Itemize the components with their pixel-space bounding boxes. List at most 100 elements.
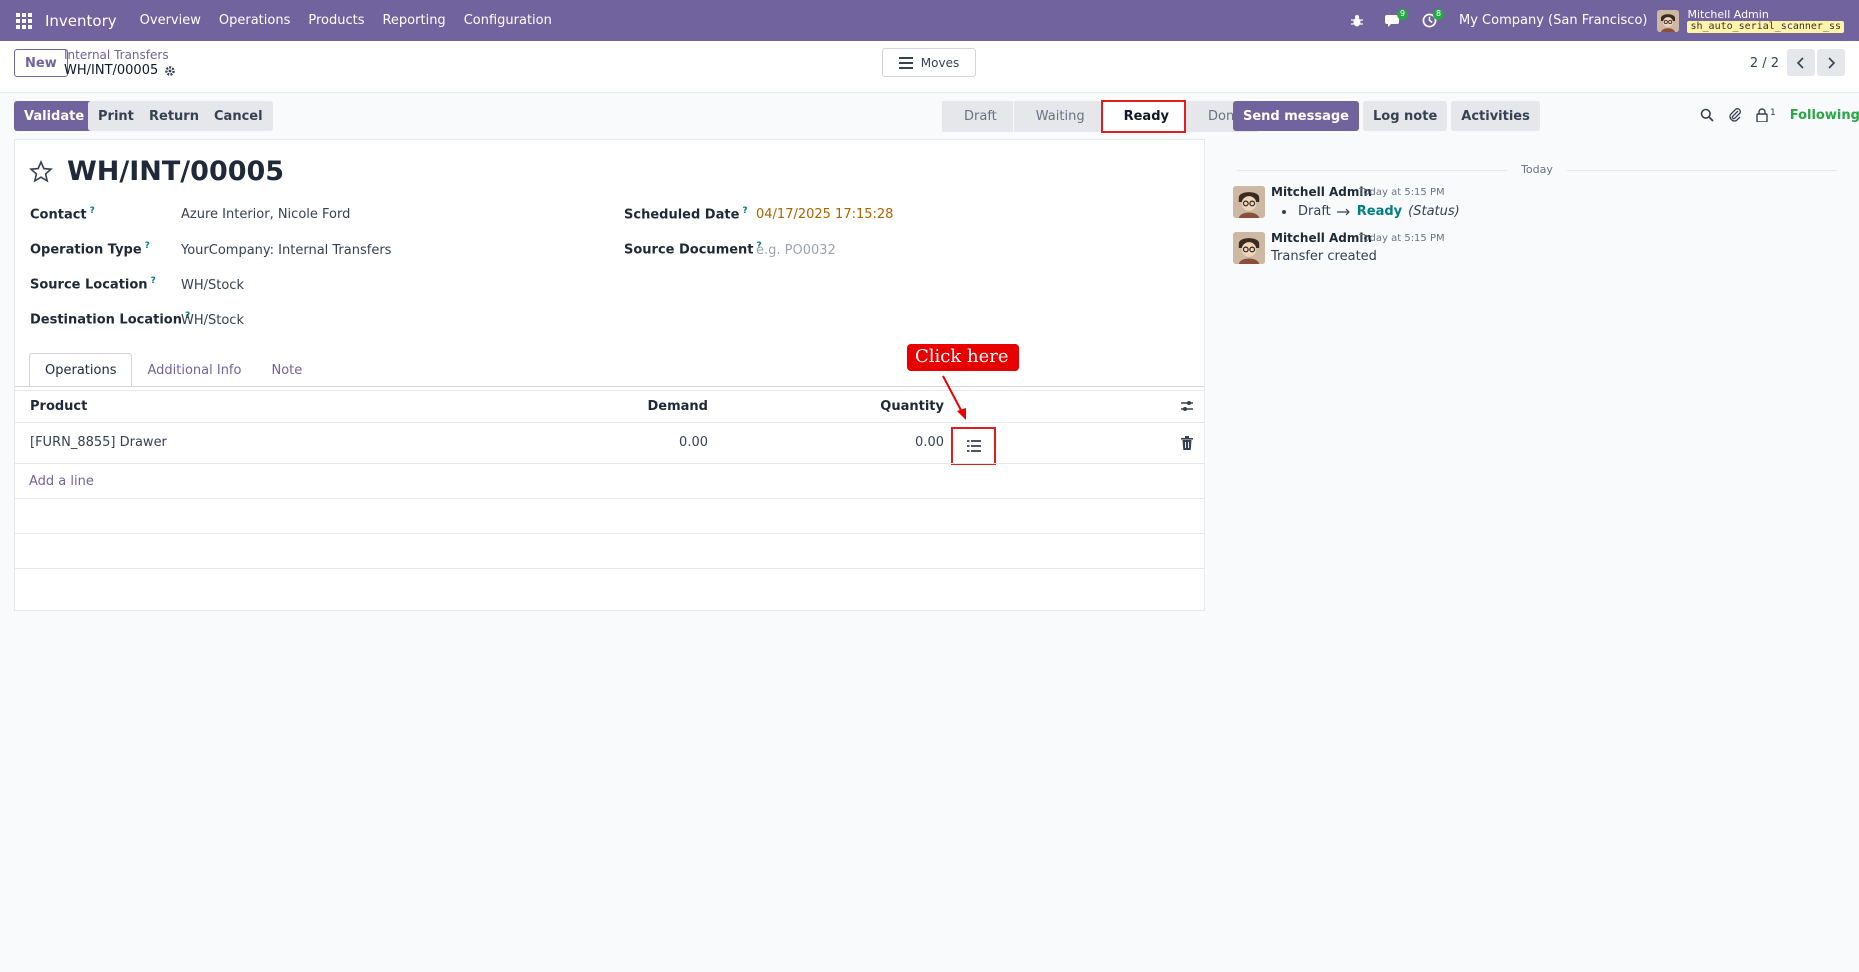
search-icon[interactable] bbox=[1700, 108, 1714, 122]
message-time: Today at 5:15 PM bbox=[1359, 233, 1445, 244]
table-header-divider bbox=[15, 390, 1204, 391]
column-product[interactable]: Product bbox=[30, 399, 87, 414]
notebook-tabs: Operations Additional Info Note bbox=[29, 353, 317, 387]
menu-configuration[interactable]: Configuration bbox=[464, 13, 552, 28]
message-time: Today at 5:15 PM bbox=[1359, 187, 1445, 198]
source-location-field[interactable]: WH/Stock bbox=[181, 278, 244, 293]
print-button[interactable]: Print bbox=[88, 101, 144, 131]
click-here-callout: Click here bbox=[907, 344, 1019, 371]
row-product[interactable]: [FURN_8855] Drawer bbox=[30, 435, 167, 450]
followers-button[interactable]: 1 bbox=[1756, 108, 1776, 122]
lock-icon bbox=[1756, 108, 1768, 122]
callout-arrow-icon bbox=[942, 375, 966, 420]
menu-products[interactable]: Products bbox=[308, 13, 364, 28]
chevron-left-icon bbox=[1797, 56, 1804, 69]
new-value: Ready bbox=[1356, 204, 1403, 219]
table-row-divider bbox=[15, 533, 1204, 534]
chatter-tools: 1 Following bbox=[1700, 107, 1859, 123]
record-title: WH/INT/00005 bbox=[67, 156, 285, 187]
bug-icon[interactable] bbox=[1346, 10, 1368, 32]
contact-label: Contact? bbox=[30, 206, 95, 223]
message-author[interactable]: Mitchell Admin bbox=[1271, 231, 1372, 245]
tracking-value: Draft Ready (Status) bbox=[1282, 204, 1460, 219]
column-demand[interactable]: Demand bbox=[648, 399, 709, 414]
table-header-divider bbox=[15, 422, 1204, 423]
return-button[interactable]: Return bbox=[139, 101, 209, 131]
new-button[interactable]: New bbox=[14, 49, 68, 77]
following-button[interactable]: Following bbox=[1790, 108, 1859, 123]
pager-value[interactable]: 2 / 2 bbox=[1750, 56, 1779, 71]
tab-divider bbox=[15, 386, 1204, 387]
company-switcher[interactable]: My Company (San Francisco) bbox=[1459, 13, 1647, 28]
destination-location-label: Destination Location? bbox=[30, 311, 191, 328]
activities-badge: 8 bbox=[1433, 8, 1445, 20]
contact-field[interactable]: Azure Interior, Nicole Ford bbox=[181, 207, 350, 222]
old-value: Draft bbox=[1298, 204, 1331, 219]
breadcrumb-internal-transfers[interactable]: Internal Transfers bbox=[64, 48, 169, 62]
menu-operations[interactable]: Operations bbox=[219, 13, 290, 28]
title-row: WH/INT/00005 bbox=[29, 156, 284, 187]
navbar-systray: 9 8 My Company (San Francisco) Mitchell … bbox=[1339, 0, 1859, 41]
send-message-button[interactable]: Send message bbox=[1233, 101, 1359, 131]
operation-type-field[interactable]: YourCompany: Internal Transfers bbox=[181, 243, 391, 258]
user-menu[interactable]: Mitchell Admin sh_auto_serial_scanner_ss bbox=[1687, 8, 1844, 33]
tab-additional-info[interactable]: Additional Info bbox=[132, 353, 256, 387]
user-avatar[interactable] bbox=[1657, 9, 1680, 32]
table-row-divider bbox=[15, 463, 1204, 464]
author-avatar[interactable] bbox=[1233, 186, 1265, 218]
cancel-button[interactable]: Cancel bbox=[204, 101, 273, 131]
paperclip-icon[interactable] bbox=[1728, 107, 1742, 123]
column-quantity[interactable]: Quantity bbox=[880, 399, 944, 414]
clock-icon[interactable]: 8 bbox=[1418, 8, 1445, 32]
add-line-link[interactable]: Add a line bbox=[29, 474, 94, 489]
messages-badge: 9 bbox=[1397, 8, 1409, 20]
bars-icon bbox=[898, 56, 913, 69]
activities-button[interactable]: Activities bbox=[1451, 101, 1540, 131]
optional-columns-icon[interactable] bbox=[1180, 399, 1194, 413]
operation-type-label: Operation Type? bbox=[30, 241, 150, 258]
stage-draft[interactable]: Draft bbox=[942, 101, 1013, 132]
tab-operations[interactable]: Operations bbox=[29, 353, 133, 387]
arrow-right-icon bbox=[1336, 208, 1350, 215]
followers-count: 1 bbox=[1770, 108, 1776, 118]
stage-ready[interactable]: Ready bbox=[1100, 100, 1186, 133]
help-mark: ? bbox=[150, 276, 156, 286]
chat-icon[interactable]: 9 bbox=[1382, 8, 1409, 32]
menu-overview[interactable]: Overview bbox=[140, 13, 201, 28]
help-mark: ? bbox=[742, 206, 748, 216]
table-row-divider bbox=[15, 568, 1204, 569]
message-body: Transfer created bbox=[1271, 249, 1377, 264]
log-note-button[interactable]: Log note bbox=[1363, 101, 1448, 131]
status-bar: Draft Waiting Ready Done bbox=[942, 100, 1259, 133]
top-navbar: Inventory Overview Operations Products R… bbox=[0, 0, 1859, 41]
pager-previous-button[interactable] bbox=[1787, 49, 1815, 76]
menu-reporting[interactable]: Reporting bbox=[382, 13, 445, 28]
chatter-topbar: Send message Log note Activities bbox=[1233, 101, 1540, 131]
star-icon[interactable] bbox=[29, 159, 53, 184]
form-sheet: WH/INT/00005 Contact? Azure Interior, Ni… bbox=[14, 139, 1205, 611]
detailed-operations-button[interactable] bbox=[951, 427, 996, 465]
moves-smart-button[interactable]: Moves bbox=[882, 48, 976, 77]
tracked-field: (Status) bbox=[1408, 204, 1460, 219]
pager-next-button[interactable] bbox=[1817, 49, 1845, 76]
destination-location-field[interactable]: WH/Stock bbox=[181, 313, 244, 328]
row-demand[interactable]: 0.00 bbox=[679, 435, 708, 450]
app-name[interactable]: Inventory bbox=[45, 12, 117, 30]
gear-icon[interactable] bbox=[164, 65, 176, 77]
tab-note[interactable]: Note bbox=[256, 353, 317, 387]
validate-button[interactable]: Validate bbox=[14, 101, 95, 131]
message-author[interactable]: Mitchell Admin bbox=[1271, 185, 1372, 199]
database-name: sh_auto_serial_scanner_ss bbox=[1687, 20, 1844, 33]
apps-grid-icon[interactable] bbox=[15, 12, 33, 30]
scheduled-date-label: Scheduled Date? bbox=[624, 206, 748, 223]
source-location-label: Source Location? bbox=[30, 276, 156, 293]
trash-icon[interactable] bbox=[1181, 436, 1193, 450]
source-document-input[interactable]: e.g. PO0032 bbox=[756, 243, 836, 258]
author-avatar[interactable] bbox=[1233, 232, 1265, 264]
stage-waiting[interactable]: Waiting bbox=[1013, 101, 1101, 132]
row-quantity[interactable]: 0.00 bbox=[915, 435, 944, 450]
scheduled-date-field[interactable]: 04/17/2025 17:15:28 bbox=[756, 207, 893, 222]
date-separator: Today bbox=[1237, 163, 1837, 176]
help-mark: ? bbox=[89, 206, 95, 216]
help-mark: ? bbox=[144, 241, 150, 251]
